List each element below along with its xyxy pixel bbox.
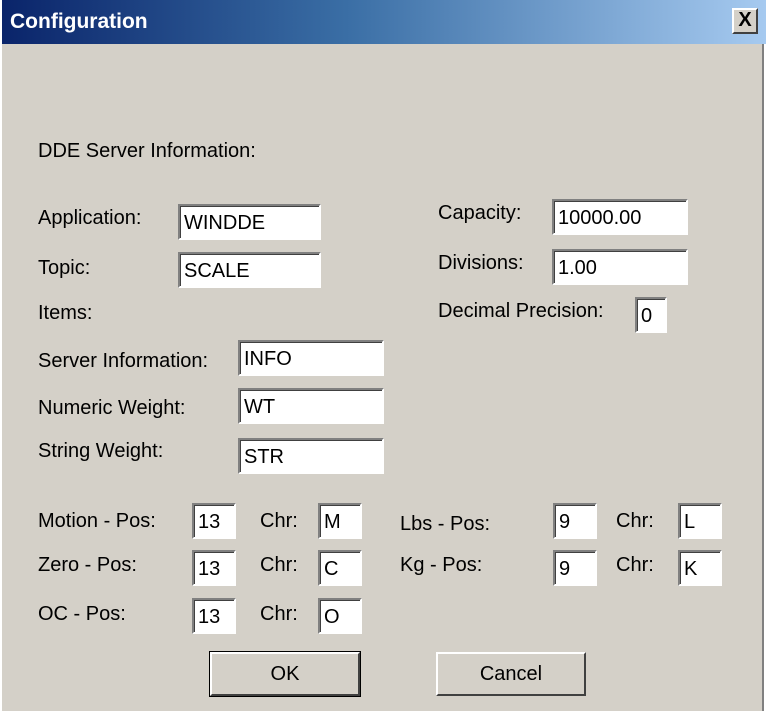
close-icon: X (738, 9, 752, 31)
oc-pos-label: OC - Pos: (38, 603, 126, 625)
divisions-field[interactable]: 1.00 (552, 249, 688, 285)
zero-pos-field[interactable]: 13 (192, 550, 236, 586)
zero-pos-label: Zero - Pos: (38, 554, 137, 576)
capacity-label: Capacity: (438, 202, 522, 224)
dialog-title: Configuration (10, 10, 148, 33)
application-label: Application: (38, 207, 142, 229)
topic-label: Topic: (38, 257, 91, 279)
lbs-chr-field[interactable]: L (678, 503, 722, 539)
zero-chr-field[interactable]: C (318, 550, 362, 586)
lbs-pos-label: Lbs - Pos: (400, 513, 491, 535)
kg-pos-label: Kg - Pos: (400, 554, 483, 576)
motion-pos-label: Motion - Pos: (38, 510, 156, 532)
capacity-field[interactable]: 10000.00 (552, 199, 688, 235)
kg-chr-label: Chr: (616, 554, 654, 576)
string-weight-label: String Weight: (38, 440, 164, 462)
zero-chr-label: Chr: (260, 554, 298, 576)
oc-chr-label: Chr: (260, 603, 298, 625)
dde-server-heading: DDE Server Information: (38, 140, 256, 162)
motion-pos-field[interactable]: 13 (192, 503, 236, 539)
close-button[interactable]: X (732, 8, 758, 34)
server-information-label: Server Information: (38, 350, 209, 372)
numeric-weight-label: Numeric Weight: (38, 397, 186, 419)
decimal-precision-field[interactable]: 0 (635, 297, 667, 333)
cancel-button[interactable]: Cancel (436, 652, 586, 696)
lbs-chr-label: Chr: (616, 510, 654, 532)
items-label: Items: (38, 302, 93, 324)
kg-chr-field[interactable]: K (678, 550, 722, 586)
ok-button[interactable]: OK (209, 651, 361, 697)
motion-chr-field[interactable]: M (318, 503, 362, 539)
numeric-weight-field[interactable]: WT (238, 388, 384, 424)
application-field[interactable]: WINDDE (178, 204, 321, 240)
oc-pos-field[interactable]: 13 (192, 598, 236, 634)
string-weight-field[interactable]: STR (238, 438, 384, 474)
kg-pos-field[interactable]: 9 (553, 550, 597, 586)
oc-chr-field[interactable]: O (318, 598, 362, 634)
lbs-pos-field[interactable]: 9 (553, 503, 597, 539)
title-bar[interactable]: Configuration X (2, 0, 766, 44)
motion-chr-label: Chr: (260, 510, 298, 532)
server-information-field[interactable]: INFO (238, 340, 384, 376)
divisions-label: Divisions: (438, 252, 524, 274)
decimal-precision-label: Decimal Precision: (438, 300, 604, 322)
configuration-dialog: Configuration X DDE Server Information: … (0, 0, 766, 711)
topic-field[interactable]: SCALE (178, 252, 321, 288)
